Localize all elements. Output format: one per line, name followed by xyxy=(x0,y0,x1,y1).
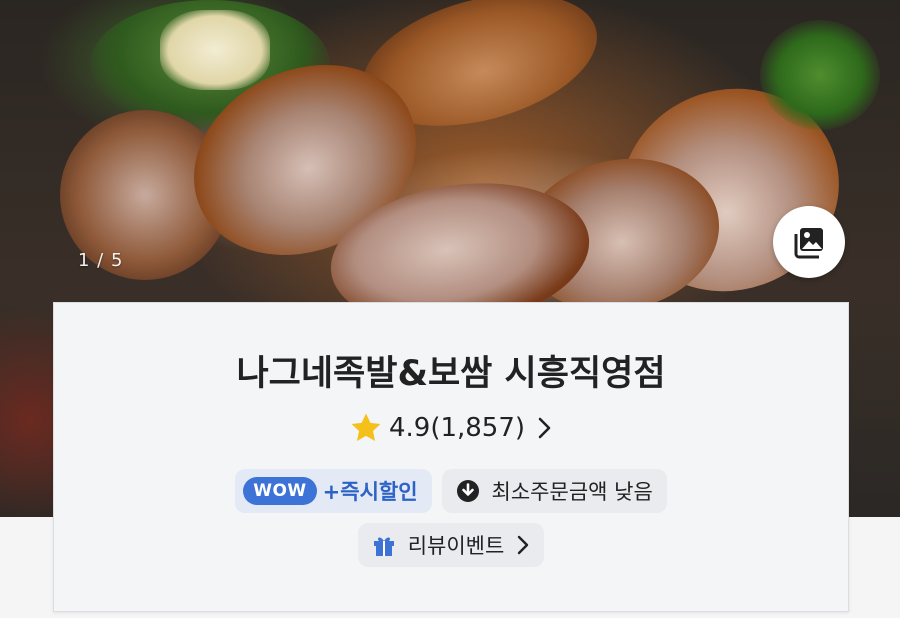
star-icon xyxy=(351,413,381,442)
image-counter: 1 / 5 xyxy=(78,250,124,271)
wow-label: WOW xyxy=(243,477,317,505)
photo-gallery-button[interactable] xyxy=(773,206,845,278)
min-order-text: 최소주문금액 낮음 xyxy=(491,480,653,504)
chevron-right-icon xyxy=(538,417,551,439)
wow-discount-text: +즉시할인 xyxy=(322,480,418,504)
rating-link[interactable]: 4.9 (1,857) xyxy=(54,411,848,445)
badge-row-2: 리뷰이벤트 xyxy=(54,523,848,567)
chevron-right-icon xyxy=(518,535,529,555)
store-name: 나그네족발&보쌈 시흥직영점 xyxy=(236,354,666,394)
food-photo-herb xyxy=(760,20,880,130)
review-event-button[interactable]: 리뷰이벤트 xyxy=(357,523,545,567)
min-order-badge: 최소주문금액 낮음 xyxy=(441,469,667,513)
store-info-card: 나그네족발&보쌈 시흥직영점 4.9 (1,857) WOW +즉시할인 최소주… xyxy=(53,302,849,612)
gift-icon xyxy=(373,537,394,556)
wow-discount-badge: WOW +즉시할인 xyxy=(235,469,432,513)
review-event-text: 리뷰이벤트 xyxy=(407,534,505,558)
photo-gallery-icon xyxy=(794,228,823,259)
rating-value: 4.9 xyxy=(388,413,431,443)
food-photo-garlic xyxy=(160,10,270,90)
review-count: (1,857) xyxy=(430,413,526,443)
download-circle-icon xyxy=(456,480,479,502)
badge-row: WOW +즉시할인 최소주문금액 낮음 xyxy=(54,469,848,513)
